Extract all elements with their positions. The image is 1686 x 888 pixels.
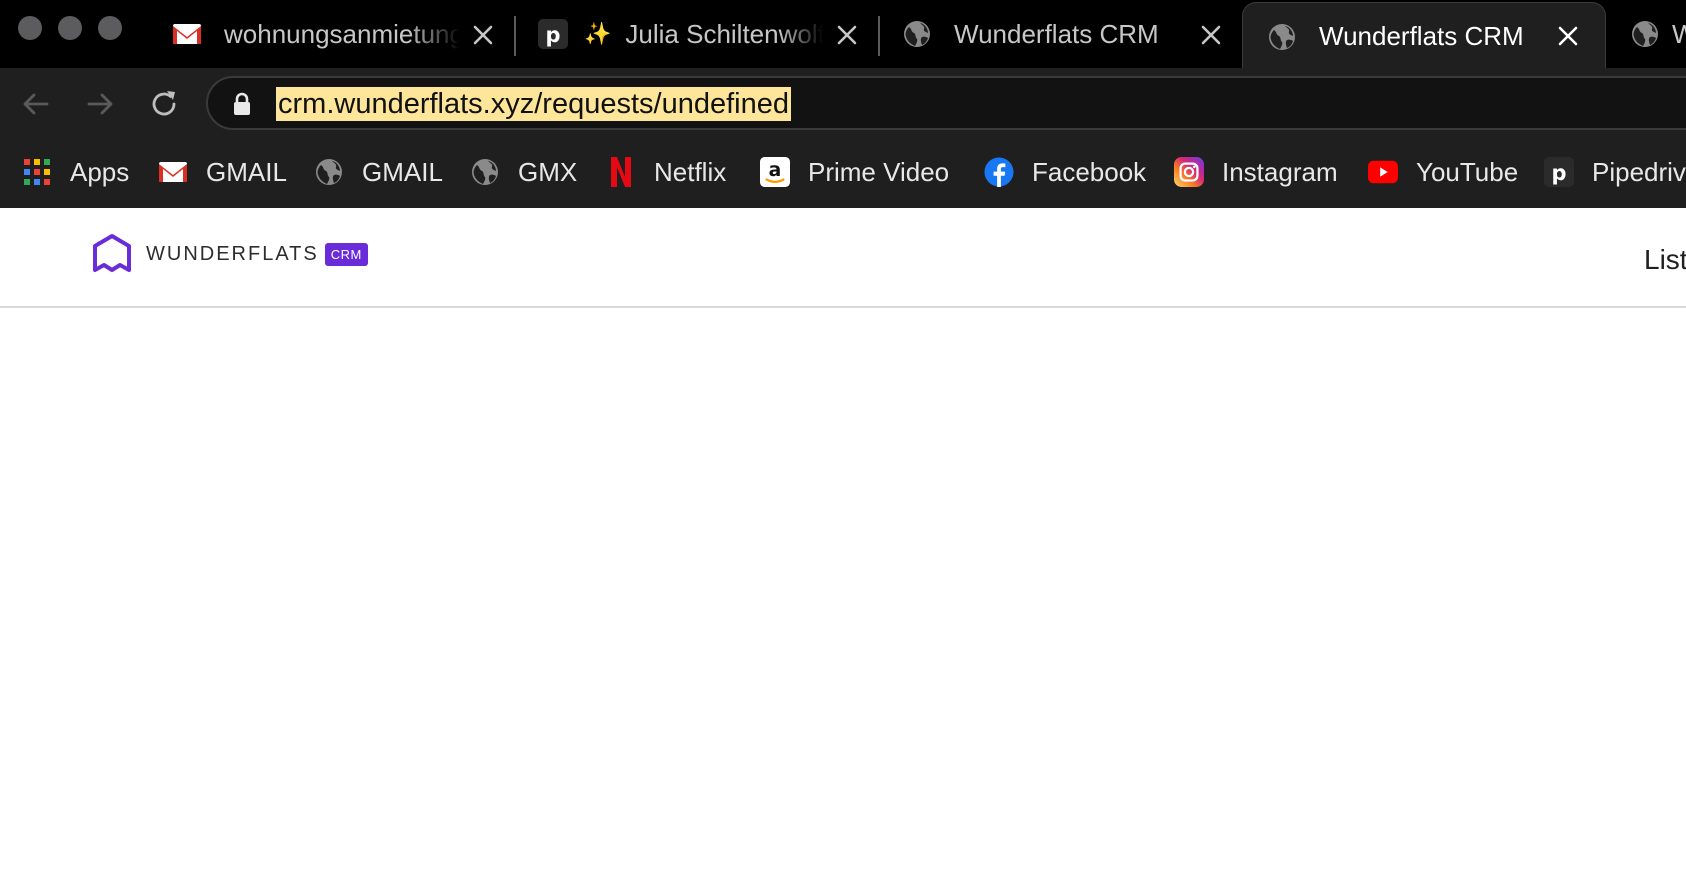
sparkle-icon: ✨ <box>584 21 612 46</box>
svg-text:p: p <box>545 23 560 47</box>
close-icon[interactable] <box>832 20 862 50</box>
forward-arrow-icon <box>87 93 113 115</box>
amazon-icon: a <box>760 157 790 187</box>
bookmark-label: GMX <box>518 156 578 187</box>
tab-partial[interactable]: W <box>1630 0 1686 68</box>
bookmark-prime-video[interactable]: a Prime Video <box>760 154 949 190</box>
netflix-icon <box>606 157 636 187</box>
close-icon[interactable] <box>1553 21 1583 51</box>
instagram-icon <box>1174 157 1204 187</box>
wunderflats-logo-icon <box>93 234 131 272</box>
page-content: WUNDERFLATS CRM List <box>0 208 1686 888</box>
bookmark-gmx[interactable]: GMX <box>470 154 577 190</box>
bookmark-label: Instagram <box>1222 156 1338 187</box>
nav-item-list[interactable]: List <box>1644 244 1686 276</box>
bookmark-apps[interactable]: Apps <box>22 154 129 190</box>
back-button[interactable] <box>18 86 54 122</box>
tab-title: Julia Schiltenwolf <box>625 18 824 49</box>
globe-icon <box>314 157 344 187</box>
pipedrive-icon: p <box>538 19 568 49</box>
tab-wunderflats-crm-active[interactable]: Wunderflats CRM <box>1242 2 1606 70</box>
bookmark-label: Apps <box>70 156 130 187</box>
close-icon[interactable] <box>1196 20 1226 50</box>
lock-icon[interactable] <box>232 92 252 121</box>
bookmark-pipedrive[interactable]: p Pipedrive <box>1544 154 1686 190</box>
reload-button[interactable] <box>146 86 182 122</box>
tab-separator <box>878 16 880 56</box>
tab-wunderflats-crm[interactable]: Wunderflats CRM <box>902 0 1226 68</box>
window-close-button[interactable] <box>18 16 42 40</box>
facebook-icon <box>984 157 1014 187</box>
tab-title: Wunderflats CRM <box>954 18 1159 49</box>
apps-grid-icon <box>22 157 52 187</box>
globe-icon <box>470 157 500 187</box>
window-minimize-button[interactable] <box>58 16 82 40</box>
bookmark-gmail[interactable]: GMAIL <box>158 154 287 190</box>
close-icon[interactable] <box>468 20 498 50</box>
tab-title: wohnungsanmietung <box>224 18 460 49</box>
svg-text:a: a <box>769 160 782 181</box>
address-bar[interactable]: crm.wunderflats.xyz/requests/undefined <box>206 76 1686 130</box>
globe-icon <box>902 19 932 49</box>
tab-title: W <box>1672 18 1686 49</box>
youtube-icon <box>1368 157 1398 187</box>
gmail-icon <box>158 157 188 187</box>
tab-separator <box>514 16 516 56</box>
reload-icon <box>152 91 176 116</box>
globe-icon <box>1267 22 1297 52</box>
bookmark-label: Netflix <box>654 156 727 187</box>
bookmark-label: YouTube <box>1416 156 1519 187</box>
window-maximize-button[interactable] <box>98 16 122 40</box>
svg-text:p: p <box>1551 161 1566 185</box>
bookmark-youtube[interactable]: YouTube <box>1368 154 1518 190</box>
tab-pipedrive[interactable]: p ✨ Julia Schiltenwolf <box>538 0 862 68</box>
logo-text: WUNDERFLATS <box>146 242 319 265</box>
bookmark-netflix[interactable]: Netflix <box>606 154 726 190</box>
gmail-icon <box>172 19 202 49</box>
bookmark-label: Facebook <box>1032 156 1147 187</box>
forward-button[interactable] <box>82 86 118 122</box>
back-arrow-icon <box>23 93 49 115</box>
bookmark-facebook[interactable]: Facebook <box>984 154 1146 190</box>
wunderflats-logo[interactable]: WUNDERFLATS CRM <box>90 232 368 276</box>
url-text[interactable]: crm.wunderflats.xyz/requests/undefined <box>276 87 791 121</box>
bookmarks-bar: Apps GMAIL GMAIL GMX Netflix a Prime Vid… <box>0 138 1686 208</box>
toolbar: crm.wunderflats.xyz/requests/undefined <box>0 68 1686 138</box>
bookmark-gmail-2[interactable]: GMAIL <box>314 154 443 190</box>
pipedrive-icon: p <box>1544 157 1574 187</box>
tab-gmail[interactable]: wohnungsanmietung <box>172 0 498 68</box>
bookmark-label: GMAIL <box>362 156 443 187</box>
browser-chrome: wohnungsanmietung p ✨ Julia Schiltenwolf… <box>0 0 1686 208</box>
site-header: WUNDERFLATS CRM List <box>0 208 1686 308</box>
globe-icon <box>1630 19 1660 49</box>
crm-badge: CRM <box>324 242 368 266</box>
bookmark-label: GMAIL <box>206 156 287 187</box>
bookmark-label: Pipedrive <box>1592 156 1686 187</box>
bookmark-instagram[interactable]: Instagram <box>1174 154 1338 190</box>
bookmark-label: Prime Video <box>808 156 950 187</box>
